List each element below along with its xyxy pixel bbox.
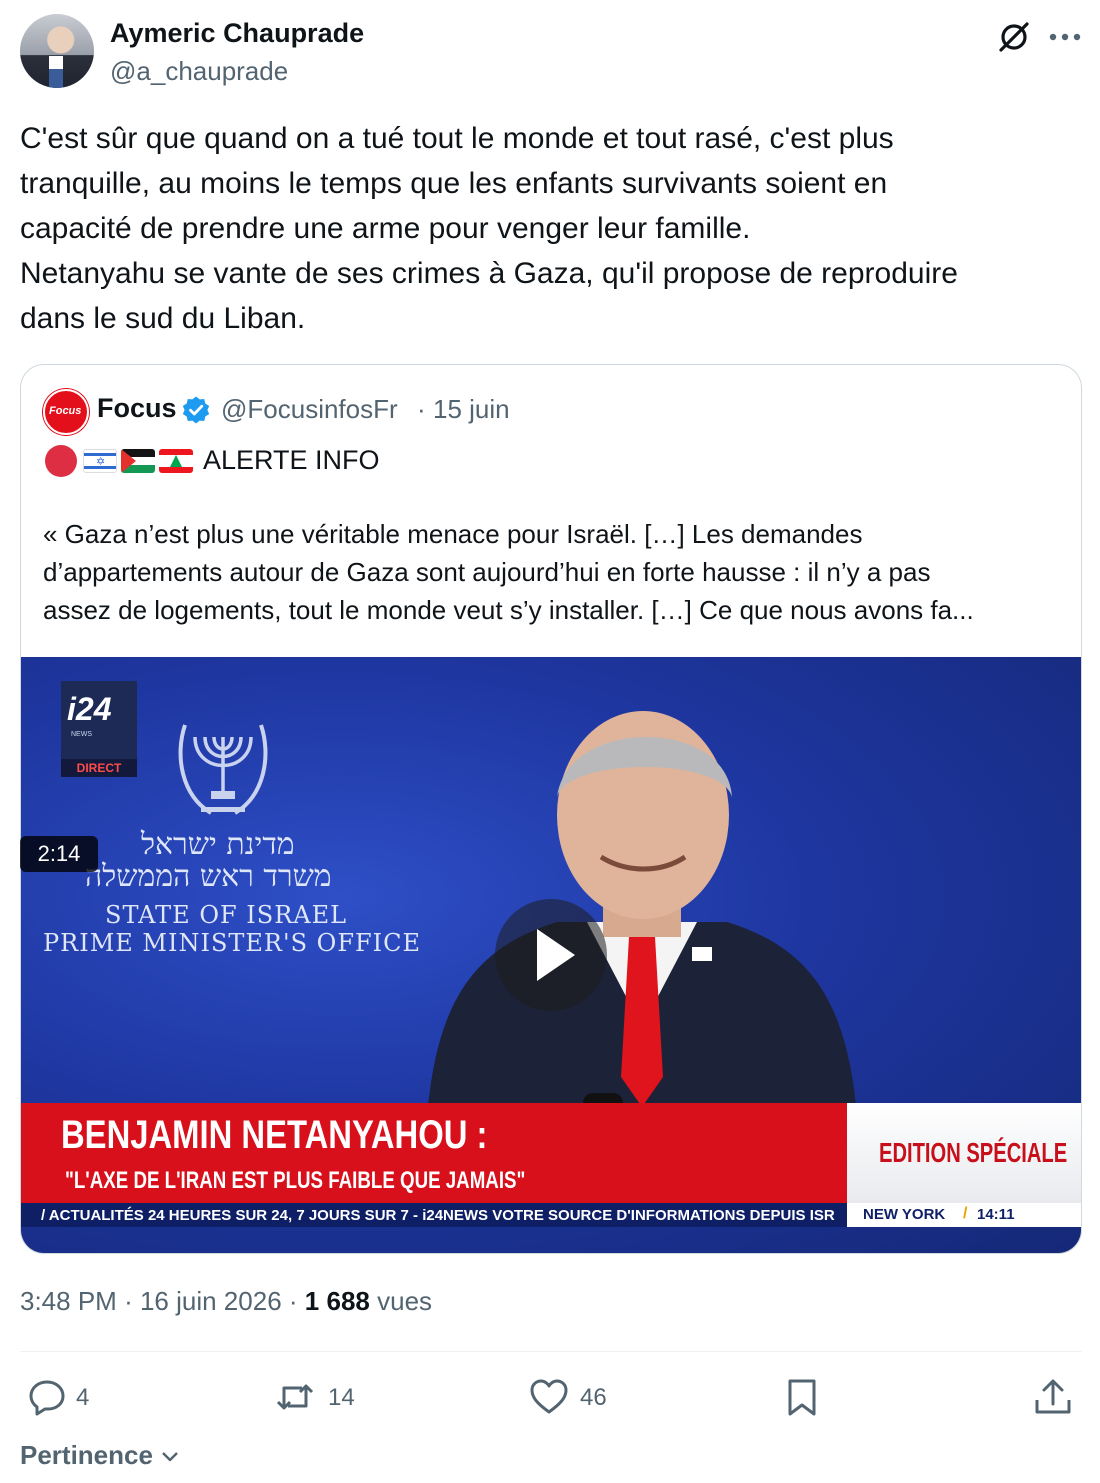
verified-icon bbox=[182, 396, 210, 424]
prime-minister-office-text: PRIME MINISTER'S OFFICE bbox=[43, 929, 422, 957]
repost-count: 14 bbox=[328, 1384, 355, 1411]
grok-icon[interactable] bbox=[996, 19, 1032, 55]
separator-dot: · bbox=[417, 394, 426, 424]
speaker-figure bbox=[427, 711, 857, 1117]
state-of-israel-text: STATE OF ISRAEL bbox=[105, 901, 348, 929]
tweet-meta: 3:48 PM · 16 juin 2026 · 1 688 vues bbox=[20, 1286, 432, 1317]
bookmark-button[interactable] bbox=[784, 1378, 824, 1418]
news-banner: BENJAMIN NETANYAHOU : "L'AXE DE L'IRAN E… bbox=[21, 1103, 847, 1203]
alert-row: ✡ ALERTE INFO bbox=[45, 443, 645, 477]
quoted-line: d’appartements autour de Gaza sont aujou… bbox=[43, 557, 931, 587]
share-icon bbox=[1035, 1379, 1071, 1414]
tweet-line: Netanyahu se vante de ses crimes à Gaza,… bbox=[20, 257, 958, 290]
quoted-avatar-label: Focus bbox=[49, 405, 82, 417]
reply-icon bbox=[29, 1380, 65, 1416]
quoted-text: « Gaza n’est plus une véritable menace p… bbox=[43, 515, 1063, 629]
hebrew-line-1: מדינת ישראל bbox=[141, 827, 295, 862]
video-duration: 2:14 bbox=[20, 836, 98, 872]
edition-text: EDITION SPÉCIALE bbox=[879, 1137, 1068, 1168]
bookmark-icon bbox=[788, 1379, 816, 1416]
ticker-slash: / bbox=[963, 1205, 968, 1222]
quoted-author-handle[interactable]: @FocusinfosFr bbox=[221, 394, 398, 425]
quoted-line: « Gaza n’est plus une véritable menace p… bbox=[43, 519, 863, 549]
like-button[interactable]: 46 bbox=[530, 1378, 630, 1418]
separator-dot: · bbox=[288, 1286, 298, 1316]
edition-badge: EDITION SPÉCIALE bbox=[847, 1103, 1081, 1203]
play-button[interactable] bbox=[495, 899, 607, 1011]
i24-logo-news: NEWS bbox=[71, 731, 92, 738]
reply-button[interactable]: 4 bbox=[28, 1378, 128, 1418]
tweet-header: Aymeric Chauprade @a_chauprade bbox=[20, 14, 1082, 92]
repost-button[interactable]: 14 bbox=[276, 1378, 376, 1418]
i24-logo-text: i24 bbox=[67, 691, 112, 727]
ticker-time: 14:11 bbox=[977, 1206, 1015, 1223]
tweet-line: tranquille, au moins le temps que les en… bbox=[20, 167, 888, 200]
sort-label: Pertinence bbox=[20, 1440, 153, 1470]
tweet-line: capacité de prendre une arme pour venger… bbox=[20, 212, 751, 245]
quoted-date[interactable]: 15 juin bbox=[433, 394, 510, 425]
banner-title: BENJAMIN NETANYAHOU : bbox=[61, 1113, 488, 1157]
share-button[interactable] bbox=[1034, 1378, 1074, 1418]
reply-count: 4 bbox=[76, 1384, 90, 1411]
i24-logo: i24 NEWS DIRECT bbox=[61, 681, 137, 777]
alert-label: ALERTE INFO bbox=[203, 445, 380, 475]
more-icon[interactable] bbox=[1048, 32, 1082, 42]
views-count: 1 688 bbox=[304, 1286, 370, 1316]
video-player[interactable]: i24 NEWS DIRECT מדינת ישראל משרד ראש הממ… bbox=[21, 657, 1081, 1253]
hebrew-line-2: משרד ראש הממשלה bbox=[85, 859, 332, 894]
news-ticker: / ACTUALITÉS 24 HEURES SUR 24, 7 JOURS S… bbox=[21, 1203, 847, 1227]
quoted-avatar[interactable]: Focus bbox=[43, 389, 89, 435]
separator-dot: · bbox=[124, 1286, 133, 1316]
ticker-city: NEW YORK bbox=[863, 1206, 946, 1223]
quoted-tweet[interactable]: Focus Focus @FocusinfosFr · 15 juin ✡ AL… bbox=[20, 364, 1082, 1254]
banner-subtitle: "L'AXE DE L'IRAN EST PLUS FAIBLE QUE JAM… bbox=[65, 1167, 526, 1194]
tweet-line: dans le sud du Liban. bbox=[20, 302, 306, 335]
quoted-author-name[interactable]: Focus bbox=[97, 393, 177, 424]
red-circle-icon bbox=[45, 445, 77, 477]
author-name[interactable]: Aymeric Chauprade bbox=[110, 18, 364, 49]
repost-icon bbox=[276, 1384, 314, 1410]
divider bbox=[20, 1351, 1082, 1352]
tweet-line: C'est sûr que quand on a tué tout le mon… bbox=[20, 122, 894, 155]
tweet-time[interactable]: 3:48 PM bbox=[20, 1286, 117, 1316]
tweet-date[interactable]: 16 juin 2026 bbox=[140, 1286, 282, 1316]
ticker-text: / ACTUALITÉS 24 HEURES SUR 24, 7 JOURS S… bbox=[41, 1207, 835, 1224]
ticker-clock: NEW YORK / 14:11 bbox=[847, 1203, 1081, 1227]
author-handle[interactable]: @a_chauprade bbox=[110, 56, 288, 87]
lebanon-flag-icon bbox=[159, 449, 193, 473]
menorah-emblem-icon bbox=[178, 724, 268, 815]
author-avatar[interactable] bbox=[20, 14, 94, 88]
chevron-down-icon bbox=[162, 1452, 179, 1462]
heart-icon bbox=[530, 1379, 568, 1414]
direct-badge: DIRECT bbox=[61, 759, 137, 777]
palestine-flag-icon bbox=[121, 449, 155, 473]
israel-flag-icon: ✡ bbox=[83, 449, 117, 473]
like-count: 46 bbox=[580, 1384, 607, 1411]
sort-dropdown[interactable]: Pertinence bbox=[20, 1440, 180, 1471]
tweet-text: C'est sûr que quand on a tué tout le mon… bbox=[20, 116, 1082, 341]
quoted-line: assez de logements, tout le monde veut s… bbox=[43, 595, 974, 625]
views-label: vues bbox=[377, 1286, 433, 1316]
